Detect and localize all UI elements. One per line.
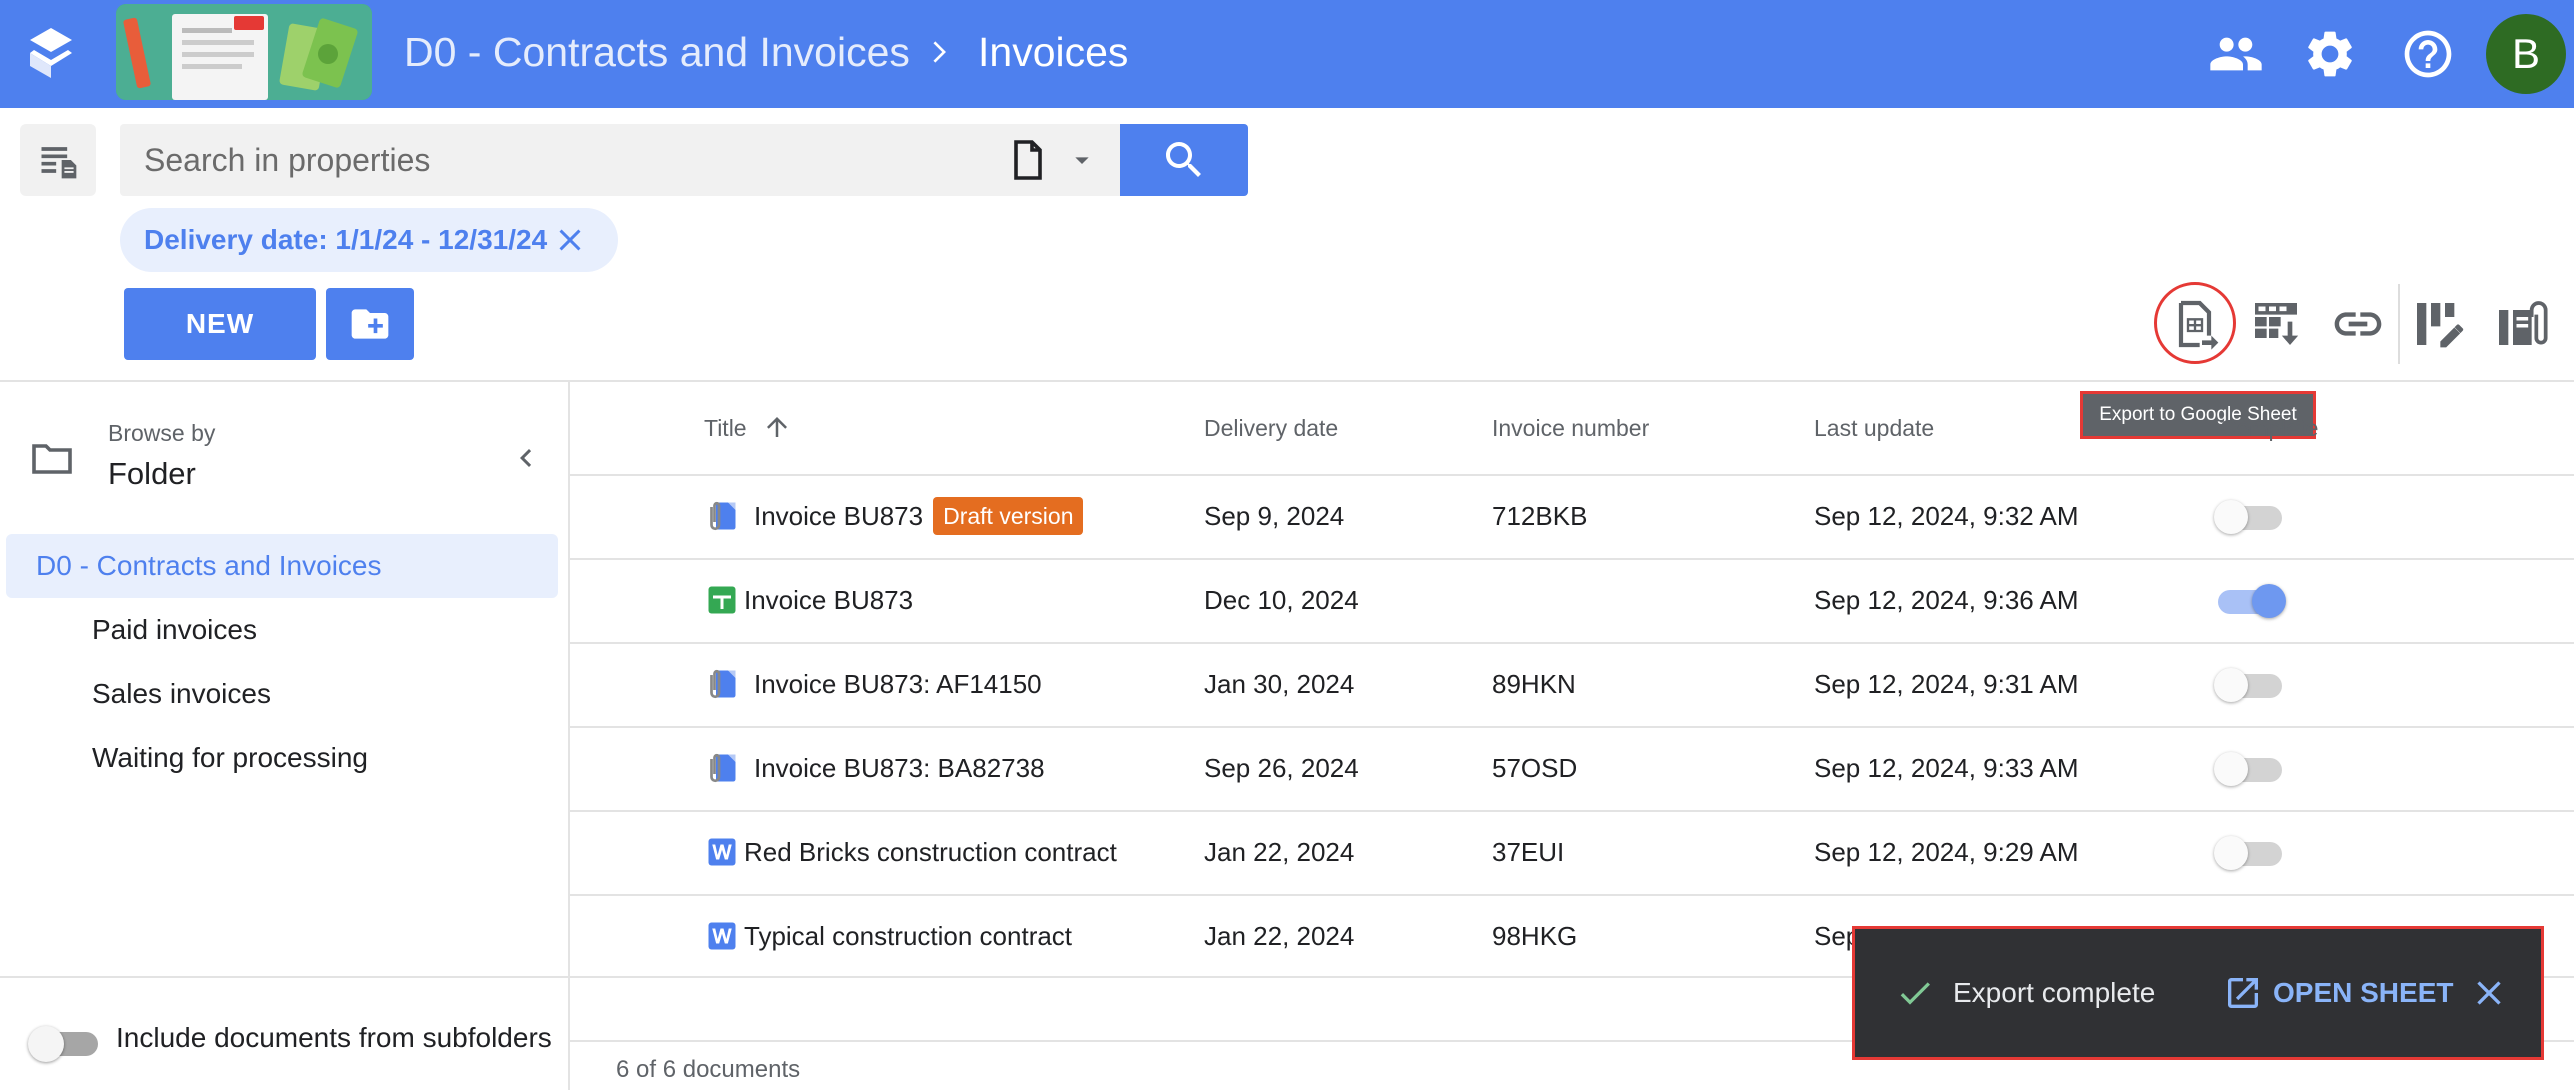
chevron-left-icon[interactable] — [508, 440, 544, 476]
export-snackbar: Export complete OPEN SHEET — [1852, 926, 2544, 1060]
document-attachments-icon[interactable] — [2492, 296, 2548, 352]
row-invoice-number: 98HKG — [1492, 921, 1578, 951]
row-delivery-date: Sep 9, 2024 — [1204, 501, 1345, 531]
bulk-edit-icon[interactable] — [2410, 296, 2466, 352]
table-row[interactable]: Invoice BU873: AF14150 Jan 30, 2024 89HK… — [570, 642, 2574, 726]
search-input[interactable] — [144, 124, 964, 196]
help-icon[interactable] — [2400, 26, 2456, 82]
folder-icon — [32, 444, 72, 474]
complete-toggle[interactable] — [2214, 668, 2286, 702]
pdf-attachment-icon — [710, 501, 736, 531]
table-row[interactable]: Red Bricks construction contract Jan 22,… — [570, 810, 2574, 894]
open-sheet-button[interactable]: OPEN SHEET — [2273, 929, 2453, 1057]
open-in-new-icon[interactable] — [2223, 973, 2263, 1013]
toolbar-bottom-divider — [0, 380, 2574, 382]
new-document-button[interactable]: NEW — [124, 288, 316, 360]
row-invoice-number: 712BKB — [1492, 501, 1588, 531]
include-subfolders-label: Include documents from subfolders — [116, 1022, 552, 1053]
tree-item-root[interactable]: D0 - Contracts and Invoices — [36, 534, 382, 598]
avatar[interactable]: B — [2486, 14, 2566, 94]
import-table-icon[interactable] — [2248, 296, 2304, 352]
row-title[interactable]: Invoice BU873 — [744, 558, 913, 642]
row-delivery-date: Dec 10, 2024 — [1204, 585, 1359, 615]
complete-toggle[interactable] — [2214, 752, 2286, 786]
word-doc-icon — [708, 838, 736, 866]
row-last-update: Sep 12, 2024, 9:32 AM — [1814, 501, 2079, 531]
tree-item-waiting-for-processing[interactable]: Waiting for processing — [92, 726, 368, 790]
table-row[interactable]: Invoice BU873 Draft version Sep 9, 2024 7… — [570, 474, 2574, 558]
row-last-update: Sep 12, 2024, 9:33 AM — [1814, 753, 2079, 783]
column-header-delivery-date[interactable]: Delivery date — [1204, 408, 1338, 448]
row-title[interactable]: Typical construction contract — [744, 894, 1072, 978]
row-last-update: Sep 12, 2024, 9:31 AM — [1814, 669, 2079, 699]
table-row[interactable]: Invoice BU873 Dec 10, 2024 Sep 12, 2024,… — [570, 558, 2574, 642]
people-icon[interactable] — [2208, 26, 2264, 82]
row-invoice-number: 89HKN — [1492, 669, 1576, 699]
row-title[interactable]: Invoice BU873 Draft version — [754, 474, 1084, 558]
search-icon — [1166, 142, 1201, 177]
row-invoice-number: 57OSD — [1492, 753, 1578, 783]
breadcrumb-current: Invoices — [978, 29, 1129, 75]
document-type-icon[interactable] — [1004, 136, 1052, 184]
delivery-date-filter-chip[interactable]: Delivery date: 1/1/24 - 12/31/24 — [120, 208, 618, 272]
link-icon[interactable] — [2330, 296, 2386, 352]
row-invoice-number: 37EUI — [1492, 837, 1565, 867]
export-button-highlight — [2154, 282, 2236, 364]
include-subfolders-toggle[interactable] — [28, 1026, 100, 1062]
row-title[interactable]: Invoice BU873: AF14150 — [754, 642, 1042, 726]
check-icon — [1900, 982, 1930, 1005]
browse-by-value[interactable]: Folder — [108, 456, 196, 492]
row-title[interactable]: Invoice BU873: BA82738 — [754, 726, 1045, 810]
snackbar-message: Export complete — [1953, 977, 2156, 1008]
filter-list-icon — [41, 147, 77, 179]
row-delivery-date: Sep 26, 2024 — [1204, 753, 1359, 783]
close-icon[interactable] — [552, 222, 588, 258]
gear-icon[interactable] — [2302, 26, 2358, 82]
app-header: D0 - Contracts and Invoices Invoices B — [0, 0, 2574, 108]
create-folder-icon — [351, 309, 389, 339]
filter-panel-button[interactable] — [20, 124, 96, 196]
document-count: 6 of 6 documents — [616, 1056, 801, 1083]
pdf-attachment-icon — [710, 753, 736, 783]
sort-ascending-icon[interactable] — [762, 412, 792, 442]
row-title[interactable]: Red Bricks construction contract — [744, 810, 1117, 894]
search-bar — [120, 124, 1120, 196]
search-button[interactable] — [1120, 124, 1248, 196]
row-delivery-date: Jan 30, 2024 — [1204, 669, 1355, 699]
pdf-attachment-icon — [710, 669, 736, 699]
row-title-text: Invoice BU873 — [754, 501, 924, 531]
sidebar-footer-divider — [0, 976, 568, 978]
app-logo[interactable] — [28, 26, 74, 80]
caret-down-icon[interactable] — [1066, 144, 1098, 176]
chevron-right-icon — [933, 41, 946, 63]
table-row[interactable]: Invoice BU873: BA82738 Sep 26, 2024 57OS… — [570, 726, 2574, 810]
complete-toggle[interactable] — [2214, 500, 2286, 534]
new-folder-button[interactable] — [326, 288, 414, 360]
tree-item-sales-invoices[interactable]: Sales invoices — [92, 662, 271, 726]
google-sheets-icon — [708, 586, 736, 614]
row-delivery-date: Jan 22, 2024 — [1204, 921, 1355, 951]
column-header-complete[interactable]: Complete — [2220, 408, 2318, 448]
complete-toggle[interactable] — [2214, 584, 2286, 618]
browse-by-label: Browse by — [108, 420, 216, 446]
row-last-update: Sep 12, 2024, 9:29 AM — [1814, 837, 2079, 867]
column-header-last-update[interactable]: Last update — [1814, 408, 1934, 448]
filter-chip-label: Delivery date: 1/1/24 - 12/31/24 — [144, 224, 548, 255]
tree-item-paid-invoices[interactable]: Paid invoices — [92, 598, 257, 662]
close-icon[interactable] — [2469, 973, 2509, 1013]
row-last-update: Sep 12, 2024, 9:36 AM — [1814, 585, 2079, 615]
toolbar-divider — [2398, 284, 2400, 364]
breadcrumb-root[interactable]: D0 - Contracts and Invoices — [404, 0, 910, 108]
draft-version-badge: Draft version — [933, 497, 1084, 535]
row-delivery-date: Jan 22, 2024 — [1204, 837, 1355, 867]
column-header-invoice-number[interactable]: Invoice number — [1492, 408, 1649, 448]
column-header-title[interactable]: Title — [704, 408, 747, 448]
folder-thumbnail — [116, 4, 372, 100]
complete-toggle[interactable] — [2214, 836, 2286, 870]
word-doc-icon — [708, 922, 736, 950]
